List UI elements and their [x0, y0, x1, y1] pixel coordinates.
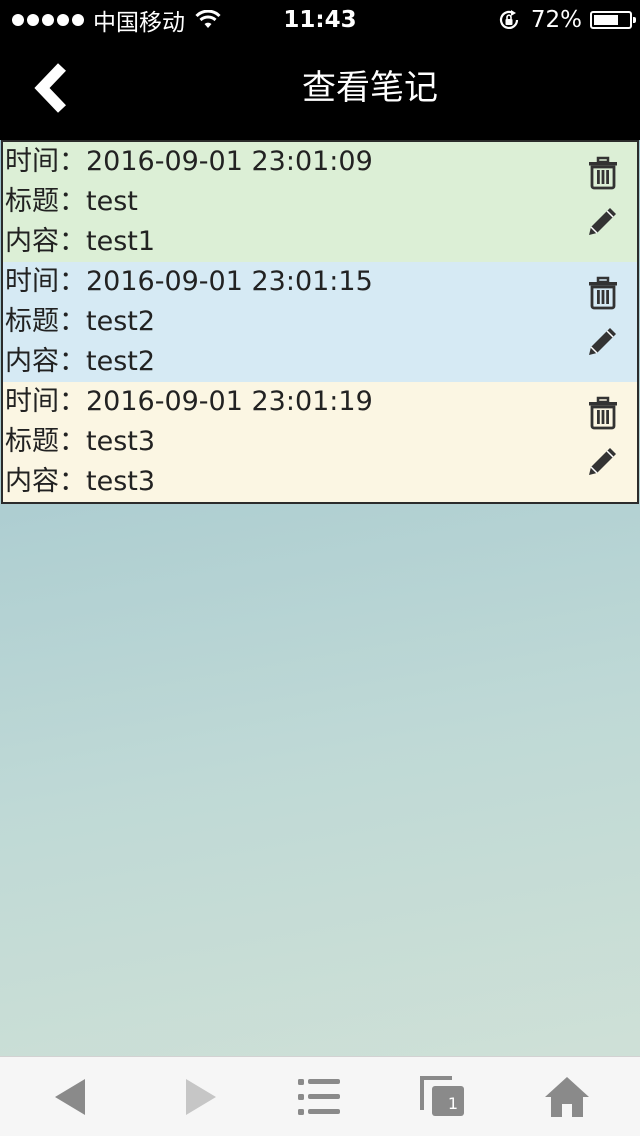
note-time: 2016-09-01 23:01:09 [86, 146, 373, 177]
note-content: test2 [86, 346, 156, 377]
browser-forward-button[interactable] [176, 1073, 226, 1121]
pencil-icon[interactable] [586, 444, 620, 478]
note-item: 时间：2016-09-01 23:01:19 标题：test3 内容：test3 [3, 382, 637, 502]
note-content: test1 [86, 226, 156, 257]
page-title: 查看笔记 [302, 68, 438, 108]
note-content: test3 [86, 466, 156, 497]
note-item: 时间：2016-09-01 23:01:09 标题：test 内容：test1 [3, 142, 637, 262]
pencil-icon[interactable] [586, 204, 620, 238]
browser-tabs-button[interactable]: 1 [418, 1073, 468, 1121]
title-label: 标题： [5, 426, 86, 457]
browser-back-button[interactable] [45, 1073, 95, 1121]
note-time-row: 时间：2016-09-01 23:01:19 [3, 382, 637, 422]
content-label: 内容： [5, 226, 86, 257]
time-label: 时间： [5, 266, 86, 297]
note-title: test3 [86, 426, 156, 457]
note-title-row: 标题：test3 [3, 422, 637, 462]
home-icon [545, 1077, 589, 1117]
battery-level [594, 15, 618, 25]
notes-list: 时间：2016-09-01 23:01:09 标题：test 内容：test1 [1, 140, 639, 504]
note-title-row: 标题：test2 [3, 302, 637, 342]
list-icon [298, 1079, 340, 1115]
note-time-row: 时间：2016-09-01 23:01:15 [3, 262, 637, 302]
forward-arrow-icon [186, 1079, 216, 1115]
battery-percent: 72% [530, 7, 582, 33]
note-title: test2 [86, 306, 156, 337]
title-label: 标题： [5, 306, 86, 337]
note-title-row: 标题：test [3, 182, 637, 222]
pencil-icon[interactable] [586, 324, 620, 358]
content-label: 内容： [5, 346, 86, 377]
trash-icon[interactable] [586, 396, 620, 430]
nav-bar: 查看笔记 [0, 40, 640, 140]
battery-icon [590, 11, 636, 29]
note-content-row: 内容：test3 [3, 462, 637, 502]
trash-icon[interactable] [586, 156, 620, 190]
browser-toolbar: 1 [0, 1056, 640, 1136]
content-label: 内容： [5, 466, 86, 497]
title-label: 标题： [5, 186, 86, 217]
note-time-row: 时间：2016-09-01 23:01:09 [3, 142, 637, 182]
trash-icon[interactable] [586, 276, 620, 310]
note-content-row: 内容：test1 [3, 222, 637, 262]
note-content-row: 内容：test2 [3, 342, 637, 382]
rotation-lock-icon [499, 10, 518, 29]
back-arrow-icon [55, 1079, 85, 1115]
time-label: 时间： [5, 386, 86, 417]
note-title: test [86, 186, 138, 217]
note-time: 2016-09-01 23:01:15 [86, 266, 373, 297]
browser-home-button[interactable] [542, 1073, 592, 1121]
time-label: 时间： [5, 146, 86, 177]
tabs-count: 1 [447, 1094, 459, 1113]
status-bar: 中国移动 11:43 72% [0, 0, 640, 40]
back-button[interactable] [24, 58, 80, 118]
note-time: 2016-09-01 23:01:19 [86, 386, 373, 417]
note-item: 时间：2016-09-01 23:01:15 标题：test2 内容：test2 [3, 262, 637, 382]
browser-menu-button[interactable] [294, 1073, 344, 1121]
chevron-left-icon [34, 63, 66, 113]
